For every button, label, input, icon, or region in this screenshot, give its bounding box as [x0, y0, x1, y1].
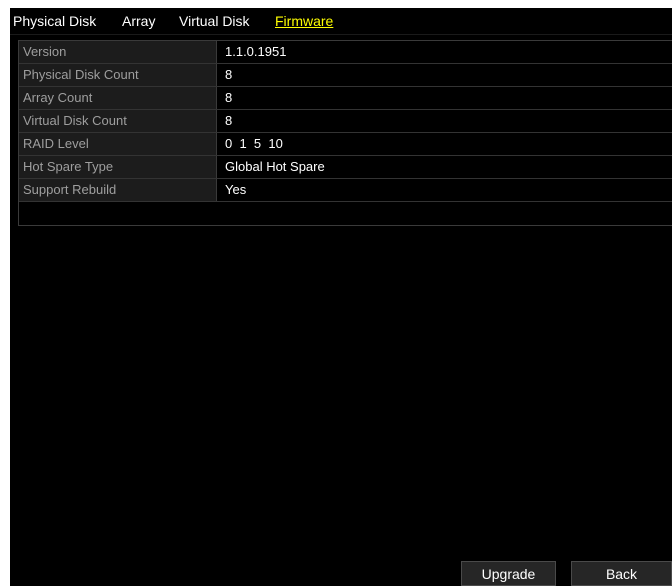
array-count-value: 8: [225, 90, 233, 105]
support-rebuild-value: Yes: [225, 182, 247, 197]
tab-bar: Physical Disk Array Virtual Disk Firmwar…: [10, 8, 672, 34]
tab-physical-disk[interactable]: Physical Disk: [13, 10, 96, 32]
support-rebuild-label: Support Rebuild: [19, 179, 217, 201]
raid-level-value: 0 1 5 10: [225, 136, 283, 151]
virtual-disk-count-value: 8: [225, 113, 233, 128]
physical-disk-count-value: 8: [225, 67, 233, 82]
tab-firmware[interactable]: Firmware: [275, 10, 333, 32]
back-button[interactable]: Back: [571, 561, 672, 586]
hot-spare-type-label: Hot Spare Type: [19, 156, 217, 178]
table-row: Virtual Disk Count 8: [19, 110, 672, 133]
table-row: RAID Level 0 1 5 10: [19, 133, 672, 156]
firmware-info-table: Version 1.1.0.1951 Physical Disk Count 8…: [18, 40, 672, 226]
raid-firmware-window: Physical Disk Array Virtual Disk Firmwar…: [10, 8, 672, 586]
tab-divider: [10, 34, 672, 35]
version-value: 1.1.0.1951: [225, 44, 287, 59]
hot-spare-type-value: Global Hot Spare: [225, 159, 325, 174]
tab-array[interactable]: Array: [122, 10, 155, 32]
table-row: Support Rebuild Yes: [19, 179, 672, 202]
version-label: Version: [19, 41, 217, 63]
table-row: Version 1.1.0.1951: [19, 41, 672, 64]
physical-disk-count-label: Physical Disk Count: [19, 64, 217, 86]
table-row: Physical Disk Count 8: [19, 64, 672, 87]
array-count-label: Array Count: [19, 87, 217, 109]
table-row: Array Count 8: [19, 87, 672, 110]
tab-virtual-disk[interactable]: Virtual Disk: [179, 10, 250, 32]
table-row: Hot Spare Type Global Hot Spare: [19, 156, 672, 179]
upgrade-button[interactable]: Upgrade: [461, 561, 556, 586]
virtual-disk-count-label: Virtual Disk Count: [19, 110, 217, 132]
raid-level-label: RAID Level: [19, 133, 217, 155]
